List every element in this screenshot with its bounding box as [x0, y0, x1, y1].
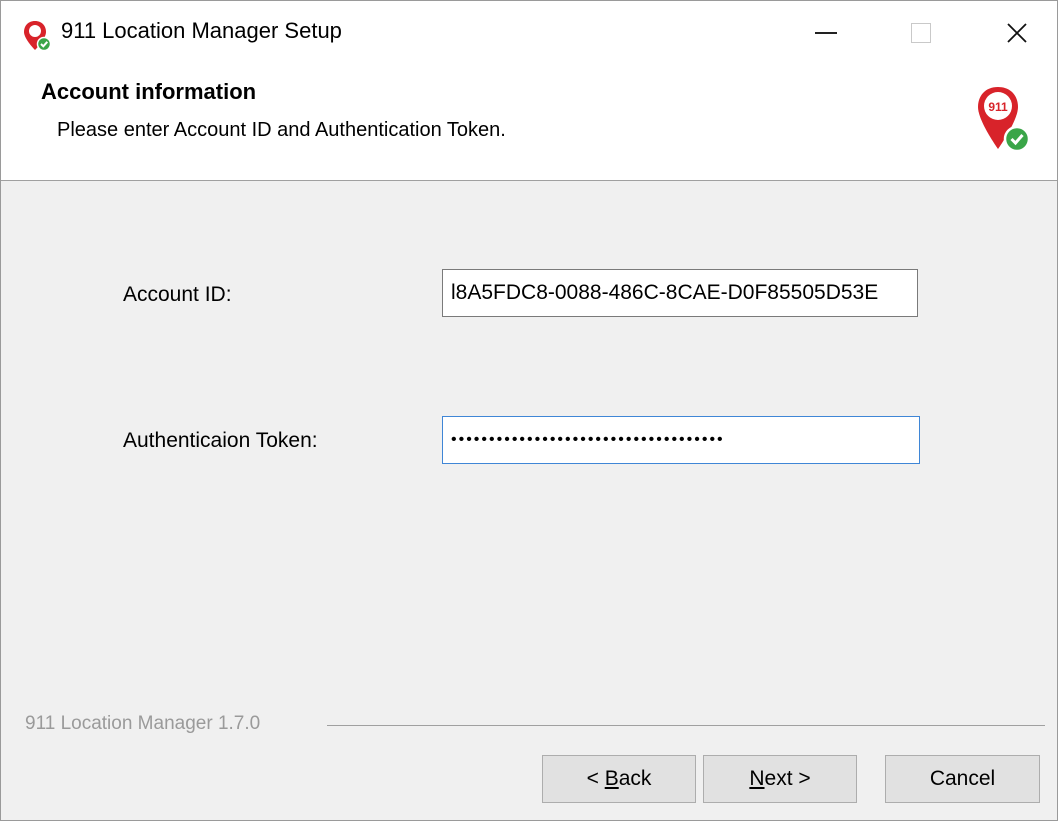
- back-mnemonic: B: [604, 767, 619, 790]
- footer-divider: [327, 725, 1045, 726]
- 911-location-pin-icon: [24, 21, 51, 52]
- page-title: Account information: [41, 79, 257, 104]
- window-title: 911 Location Manager Setup: [61, 18, 342, 43]
- account-id-label: Account ID:: [123, 283, 232, 306]
- header-banner: Account information Please enter Account…: [1, 65, 1057, 181]
- account-id-input[interactable]: [442, 269, 918, 317]
- page-subtitle: Please enter Account ID and Authenticati…: [57, 119, 506, 141]
- back-prefix: <: [586, 767, 605, 790]
- setup-window: 911 Location Manager Setup Account infor…: [0, 0, 1058, 821]
- auth-token-label: Authenticaion Token:: [123, 429, 318, 452]
- 911-location-pin-logo: 911: [978, 87, 1031, 153]
- minimize-icon: [815, 32, 837, 34]
- version-label: 911 Location Manager 1.7.0: [25, 713, 261, 734]
- minimize-button[interactable]: [786, 1, 866, 65]
- next-button[interactable]: Next >: [703, 755, 857, 803]
- close-icon: [1007, 23, 1027, 43]
- next-rest: ext >: [764, 767, 811, 790]
- maximize-icon: [911, 23, 931, 43]
- cancel-button[interactable]: Cancel: [885, 755, 1040, 803]
- close-button[interactable]: [977, 1, 1057, 65]
- back-button[interactable]: < Back: [542, 755, 696, 803]
- maximize-button[interactable]: [881, 1, 961, 65]
- back-rest: ack: [618, 767, 652, 790]
- title-bar[interactable]: 911 Location Manager Setup: [1, 1, 1057, 65]
- logo-911-text: 911: [988, 100, 1008, 114]
- auth-token-input[interactable]: [442, 416, 920, 464]
- next-mnemonic: N: [749, 767, 765, 790]
